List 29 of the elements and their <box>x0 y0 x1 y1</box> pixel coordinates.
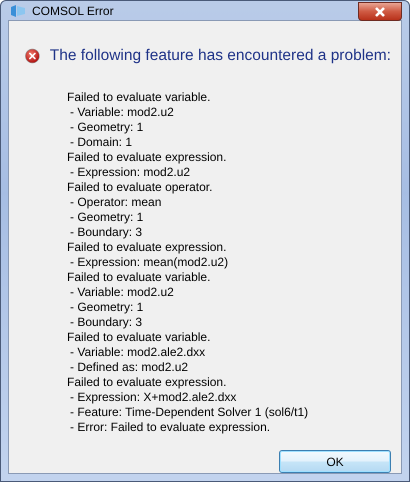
message-line: - Variable: mod2.ale2.dxx <box>69 345 206 360</box>
message-line: - Expression: mean(mod2.u2) <box>69 255 230 270</box>
message-line: Failed to evaluate expression. <box>67 240 228 255</box>
message-line: - Geometry: 1 <box>69 210 144 225</box>
close-icon <box>374 6 386 16</box>
message-line: Failed to evaluate operator. <box>67 180 214 195</box>
close-button[interactable] <box>358 2 402 21</box>
message-line: - Domain: 1 <box>69 135 134 150</box>
message-line: - Boundary: 3 <box>69 225 144 240</box>
message-line: Failed to evaluate variable. <box>67 270 212 285</box>
message-line: - Geometry: 1 <box>69 120 144 135</box>
error-heading: The following feature has encountered a problem: <box>50 47 391 65</box>
message-line: - Operator: mean <box>69 195 162 210</box>
app-icon <box>10 4 26 18</box>
message-line: Failed to evaluate expression. <box>67 150 228 165</box>
message-line: - Expression: X+mod2.ale2.dxx <box>69 390 238 405</box>
ok-button[interactable]: OK <box>279 450 391 473</box>
window-title: COMSOL Error <box>32 4 114 18</box>
message-line: - Variable: mod2.u2 <box>69 285 175 300</box>
message-line: - Defined as: mod2.u2 <box>69 360 190 375</box>
message-line: - Boundary: 3 <box>69 315 144 330</box>
message-line: Failed to evaluate variable. <box>67 90 212 105</box>
message-line: - Feature: Time-Dependent Solver 1 (sol6/t1) <box>69 405 310 420</box>
message-line: - Error: Failed to evaluate expression. <box>69 420 272 435</box>
message-line: - Geometry: 1 <box>69 300 144 315</box>
message-line: - Expression: mod2.u2 <box>69 165 192 180</box>
message-line: - Variable: mod2.u2 <box>69 105 175 120</box>
message-line: Failed to evaluate variable. <box>67 330 212 345</box>
message-line: Failed to evaluate expression. <box>67 375 228 390</box>
